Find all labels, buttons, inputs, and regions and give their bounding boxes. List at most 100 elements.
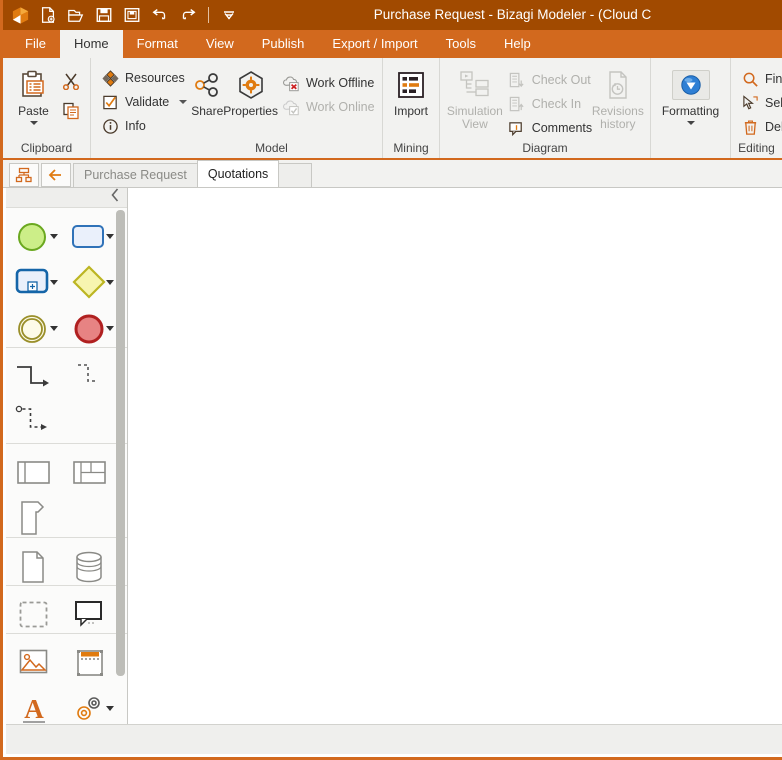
ribbon-tab-strip: File Home Format View Publish Export / I… [3,30,782,58]
chevron-down-icon[interactable] [50,234,58,239]
tab-home[interactable]: Home [59,30,123,58]
diagram-canvas[interactable] [128,188,782,724]
copy-icon [62,102,80,120]
intermediate-event-shape[interactable] [6,306,62,352]
subprocess-shape[interactable] [6,260,62,306]
tab-file[interactable]: File [11,30,60,58]
palette-scrollbar[interactable] [116,210,125,676]
import-button[interactable]: Import [389,63,433,118]
data-store-shape[interactable] [62,544,118,590]
tab-publish[interactable]: Publish [248,30,319,58]
chevron-down-icon[interactable] [50,280,58,285]
data-object-shape[interactable] [6,544,62,590]
tab-export-import[interactable]: Export / Import [318,30,431,58]
chevron-down-icon[interactable] [106,234,114,239]
task-shape[interactable] [62,214,118,260]
find-button[interactable]: Find [737,67,782,91]
milestone-shape[interactable] [6,496,62,540]
gateway-shape[interactable] [62,260,118,306]
message-flow-connector[interactable] [62,354,118,400]
palette-section-artifacts-group [6,586,127,634]
text-shape[interactable]: A [6,686,62,724]
share-icon [191,67,223,103]
tab-help[interactable]: Help [490,30,545,58]
qat-separator [208,7,209,23]
find-label: Find [765,72,782,86]
select-label: Select [765,96,782,110]
custom-shapes[interactable] [62,686,118,724]
share-label: Share [191,104,224,118]
resources-button[interactable]: Resources [97,66,191,90]
bizagi-logo-icon[interactable] [7,2,33,28]
revisions-history-icon [603,67,633,103]
ribbon-group-mining: Import Mining [383,58,440,158]
pool-shape[interactable] [6,450,62,496]
header-shape[interactable] [62,640,118,686]
work-online-button: Work Online [278,95,379,119]
image-shape[interactable] [6,640,62,686]
validate-label: Validate [125,95,170,109]
delete-label: Delete [765,120,782,134]
palette-section-connectors [6,348,127,444]
search-icon [741,70,759,88]
collapse-palette-icon[interactable] [109,187,121,208]
info-label: Info [125,119,146,133]
simulation-view-button: Simulation View [446,63,504,131]
application-window: Purchase Request - Bizagi Modeler - (Clo… [0,0,782,760]
svg-text:A: A [24,694,44,724]
save-icon[interactable] [91,2,117,28]
open-icon[interactable] [63,2,89,28]
customize-qat-icon[interactable] [216,2,242,28]
start-event-shape[interactable] [6,214,62,260]
chevron-down-icon[interactable] [29,121,38,125]
diagram-tab-quotations[interactable]: Quotations [196,160,280,187]
chevron-down-icon[interactable] [106,706,114,711]
paste-button[interactable]: Paste [9,63,58,125]
chevron-down-icon[interactable] [686,121,695,125]
work-offline-label: Work Offline [305,76,375,90]
properties-button[interactable]: Properties [223,63,278,118]
end-event-shape[interactable] [62,306,118,352]
work-offline-button[interactable]: Work Offline [278,71,379,95]
tab-tools[interactable]: Tools [432,30,490,58]
lane-shape[interactable] [62,450,118,496]
new-icon[interactable] [35,2,61,28]
chevron-down-icon[interactable] [50,326,58,331]
delete-button[interactable]: Delete [737,115,782,139]
back-arrow-icon[interactable] [41,163,71,187]
ribbon-group-model: Resources Validate Info Share Properties… [91,58,383,158]
validate-button[interactable]: Validate [97,90,191,114]
group-shape[interactable] [6,592,62,638]
quick-access-toolbar [3,0,242,30]
diagram-tab-bar: Purchase Request Quotations [3,160,782,188]
tab-view[interactable]: View [192,30,248,58]
properties-label: Properties [223,104,278,118]
info-icon [101,117,119,135]
association-connector[interactable] [6,400,118,442]
annotation-shape[interactable] [62,592,118,638]
undo-icon[interactable] [147,2,173,28]
select-button[interactable]: Select [737,91,782,115]
delete-trash-icon [741,118,759,136]
comments-button[interactable]: Comments [504,116,592,140]
redo-icon[interactable] [175,2,201,28]
copy-button[interactable] [58,99,84,123]
chevron-down-icon[interactable] [106,280,114,285]
palette-section-data [6,538,127,586]
save-as-icon[interactable] [119,2,145,28]
model-view-icon[interactable] [9,163,39,187]
formatting-button[interactable]: Formatting [657,63,724,125]
tab-format[interactable]: Format [123,30,192,58]
diagram-tab-purchase-request[interactable]: Purchase Request [73,163,198,187]
sequence-flow-connector[interactable] [6,354,62,400]
cut-button[interactable] [58,69,84,93]
check-in-label: Check In [531,97,582,111]
share-button[interactable]: Share [191,63,223,118]
chevron-down-icon[interactable] [106,326,114,331]
formatting-label: Formatting [661,104,720,118]
palette-header [6,188,127,208]
ribbon-group-formatting: Formatting [651,58,731,158]
info-button[interactable]: Info [97,114,191,138]
chevron-down-icon[interactable] [179,100,188,104]
status-bar [6,724,782,754]
